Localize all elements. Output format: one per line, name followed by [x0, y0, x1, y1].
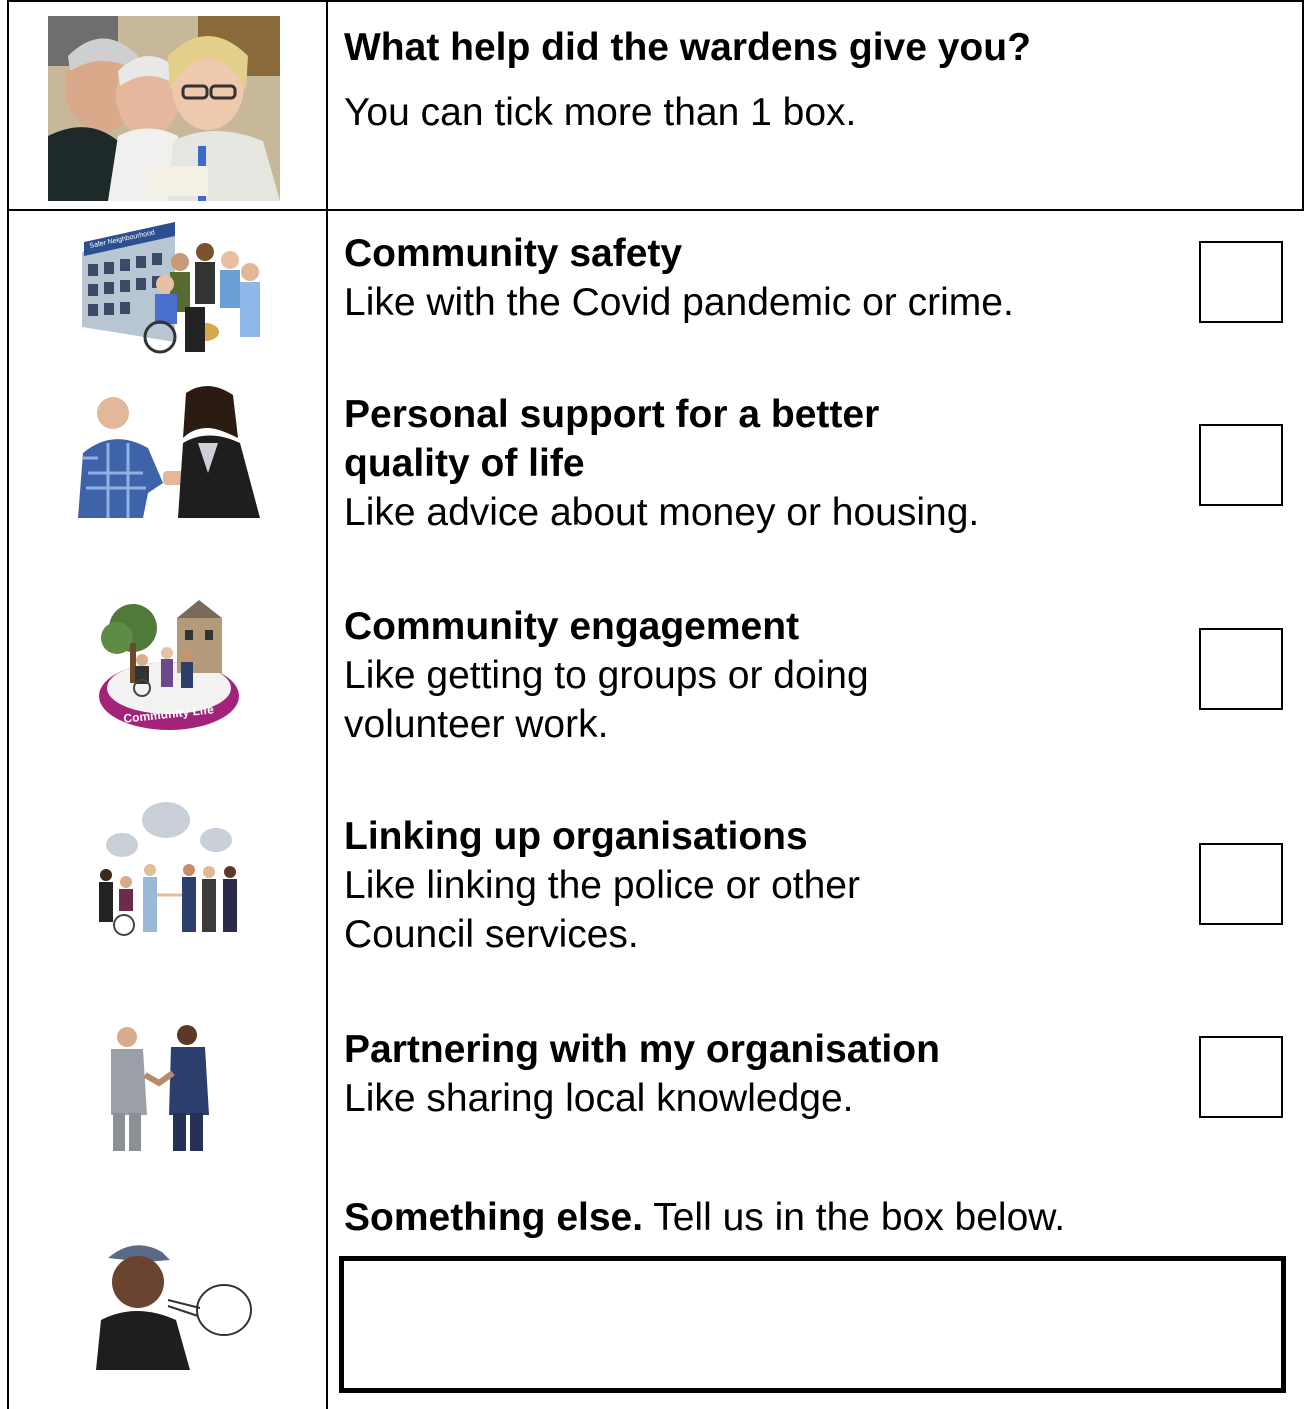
group-with-speech-bubbles-icon: [94, 800, 244, 940]
option-title: Community safety: [344, 232, 683, 275]
option-description: Like sharing local knowledge.: [344, 1077, 854, 1120]
question-subtitle: You can tick more than 1 box.: [344, 91, 857, 134]
handshake-icon: [105, 1025, 215, 1155]
option-partnering: Partnering with my organisation Like sha…: [344, 1025, 1184, 1123]
two-people-talking-icon: [68, 383, 268, 518]
table-left-border: [7, 0, 9, 1409]
option-personal-support: Personal support for a better quality of…: [344, 390, 1184, 537]
option-description: Like getting to groups or doing voluntee…: [344, 654, 869, 746]
option-description: Like advice about money or housing.: [344, 491, 980, 534]
option-community-safety: Community safety Like with the Covid pan…: [344, 229, 1184, 327]
something-else-title: Something else.: [344, 1196, 644, 1239]
checkbox-community-safety[interactable]: [1199, 241, 1283, 323]
something-else-answer-box[interactable]: [339, 1256, 1286, 1393]
option-community-engagement: Community engagement Like getting to gro…: [344, 602, 1184, 749]
option-title: Linking up organisations: [344, 815, 808, 858]
table-row-divider: [7, 209, 1304, 211]
option-title: Community engagement: [344, 605, 800, 648]
option-description: Like with the Covid pandemic or crime.: [344, 281, 1014, 324]
checkbox-personal-support[interactable]: [1199, 424, 1283, 506]
community-life-icon: Community Life: [97, 598, 242, 733]
option-title: Partnering with my organisation: [344, 1028, 940, 1071]
wardens-photo: [48, 16, 280, 201]
checkbox-partnering[interactable]: [1199, 1036, 1283, 1118]
person-speaking-icon: [96, 1240, 254, 1370]
option-linking-organisations: Linking up organisations Like linking th…: [344, 812, 1184, 959]
table-column-divider: [326, 0, 328, 1409]
safer-neighbourhood-icon: Safer Neighbourhood: [80, 222, 268, 360]
option-title: Personal support for a better quality of…: [344, 393, 880, 485]
something-else-instruction: Tell us in the box below.: [643, 1196, 1066, 1239]
something-else-text: Something else. Tell us in the box below…: [344, 1196, 1065, 1240]
question-title: What help did the wardens give you?: [344, 26, 1031, 69]
option-description: Like linking the police or other Council…: [344, 864, 860, 956]
checkbox-linking-organisations[interactable]: [1199, 843, 1283, 925]
table-top-border: [7, 0, 1304, 2]
checkbox-community-engagement[interactable]: [1199, 628, 1283, 710]
